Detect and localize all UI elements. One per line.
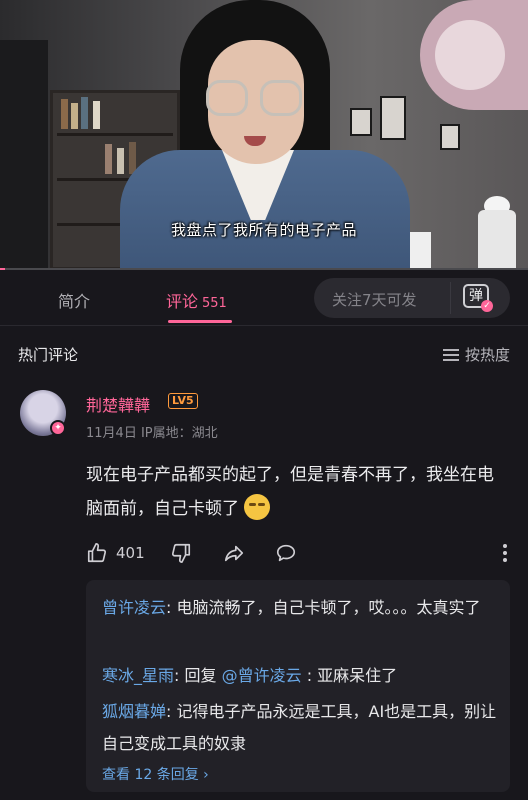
danmaku-input-placeholder: 关注7天可发 (332, 291, 417, 309)
tab-comments-count: 551 (202, 296, 227, 311)
video-player[interactable]: 我盘点了我所有的电子产品 (0, 0, 528, 270)
reply-text: 电脑流畅了，自己卡顿了，哎。。。太真实了 (176, 598, 481, 617)
replies-panel: 曾许凌云: 电脑流畅了，自己卡顿了，哎。。。太真实了 寒冰_星雨: 回复 @曾许… (86, 580, 510, 792)
reply-bubble-icon[interactable] (274, 542, 298, 564)
reply-mention[interactable]: @曾许凌云 (222, 666, 302, 685)
tab-active-indicator (168, 320, 232, 323)
comment-actions: 401 (86, 540, 512, 568)
thumbs-down-icon[interactable] (170, 542, 192, 564)
verified-badge-icon: ✦ (50, 420, 66, 436)
danmaku-enabled-check-icon: ✓ (481, 300, 493, 312)
video-scene-poster (420, 0, 528, 110)
reply-username[interactable]: 曾许凌云 (102, 598, 166, 617)
tab-comments[interactable]: 评论 551 (166, 288, 227, 312)
more-options-icon[interactable] (502, 542, 508, 564)
tab-bar: 简介 评论 551 关注7天可发 弹 ✓ (0, 270, 528, 326)
tab-intro-label: 简介 (58, 292, 91, 311)
sort-label: 按热度 (464, 346, 510, 364)
reply-username[interactable]: 狐烟暮婵 (102, 702, 166, 721)
hot-comments-heading: 热门评论 (18, 346, 79, 364)
view-all-replies-link[interactable]: 查看 12 条回复 › (102, 764, 209, 784)
tab-comments-label: 评论 (166, 292, 199, 311)
comment-text-content: 现在电子产品都买的起了，但是青春不再了，我坐在电脑面前，自己卡顿了 (86, 465, 494, 519)
share-icon[interactable] (222, 542, 246, 564)
reply-item[interactable]: 狐烟暮婵: 记得电子产品永远是工具，AI也是工具，别让自己变成工具的奴隶 (102, 696, 502, 760)
reply-item[interactable]: 曾许凌云: 电脑流畅了，自己卡顿了，哎。。。太真实了 (102, 592, 502, 624)
thumbs-up-icon (87, 543, 107, 563)
reply-separator: : (166, 702, 177, 721)
tab-intro[interactable]: 简介 (58, 288, 90, 312)
comment-username[interactable]: 荆楚韡韡 (86, 392, 150, 416)
reply-separator: : (166, 598, 177, 617)
sort-icon (442, 349, 459, 361)
reply-item[interactable]: 寒冰_星雨: 回复 @曾许凌云 : 亚麻呆住了 (102, 660, 502, 692)
reply-username[interactable]: 寒冰_星雨 (102, 666, 174, 685)
video-scene-frame (440, 124, 460, 150)
video-subtitle: 我盘点了我所有的电子产品 (170, 221, 357, 239)
thinking-face-emoji-icon (244, 494, 271, 520)
like-count: 401 (116, 544, 145, 562)
comment-meta: 11月4日 IP属地：湖北 (86, 426, 218, 441)
reply-text: : 亚麻呆住了 (301, 666, 398, 685)
reply-prefix: 回复 (184, 666, 222, 685)
comment-text: 现在电子产品都买的起了，但是青春不再了，我坐在电脑面前，自己卡顿了 (86, 458, 506, 526)
sort-by-heat-button[interactable]: 按热度 (442, 344, 510, 365)
danmaku-input[interactable]: 关注7天可发 弹 ✓ (314, 278, 510, 318)
like-button[interactable]: 401 (86, 540, 156, 566)
reply-separator: : (174, 666, 185, 685)
danmaku-toggle-button[interactable]: 弹 ✓ (450, 282, 493, 314)
user-level-badge: LV5 (168, 393, 198, 409)
avatar[interactable]: ✦ (20, 390, 66, 436)
